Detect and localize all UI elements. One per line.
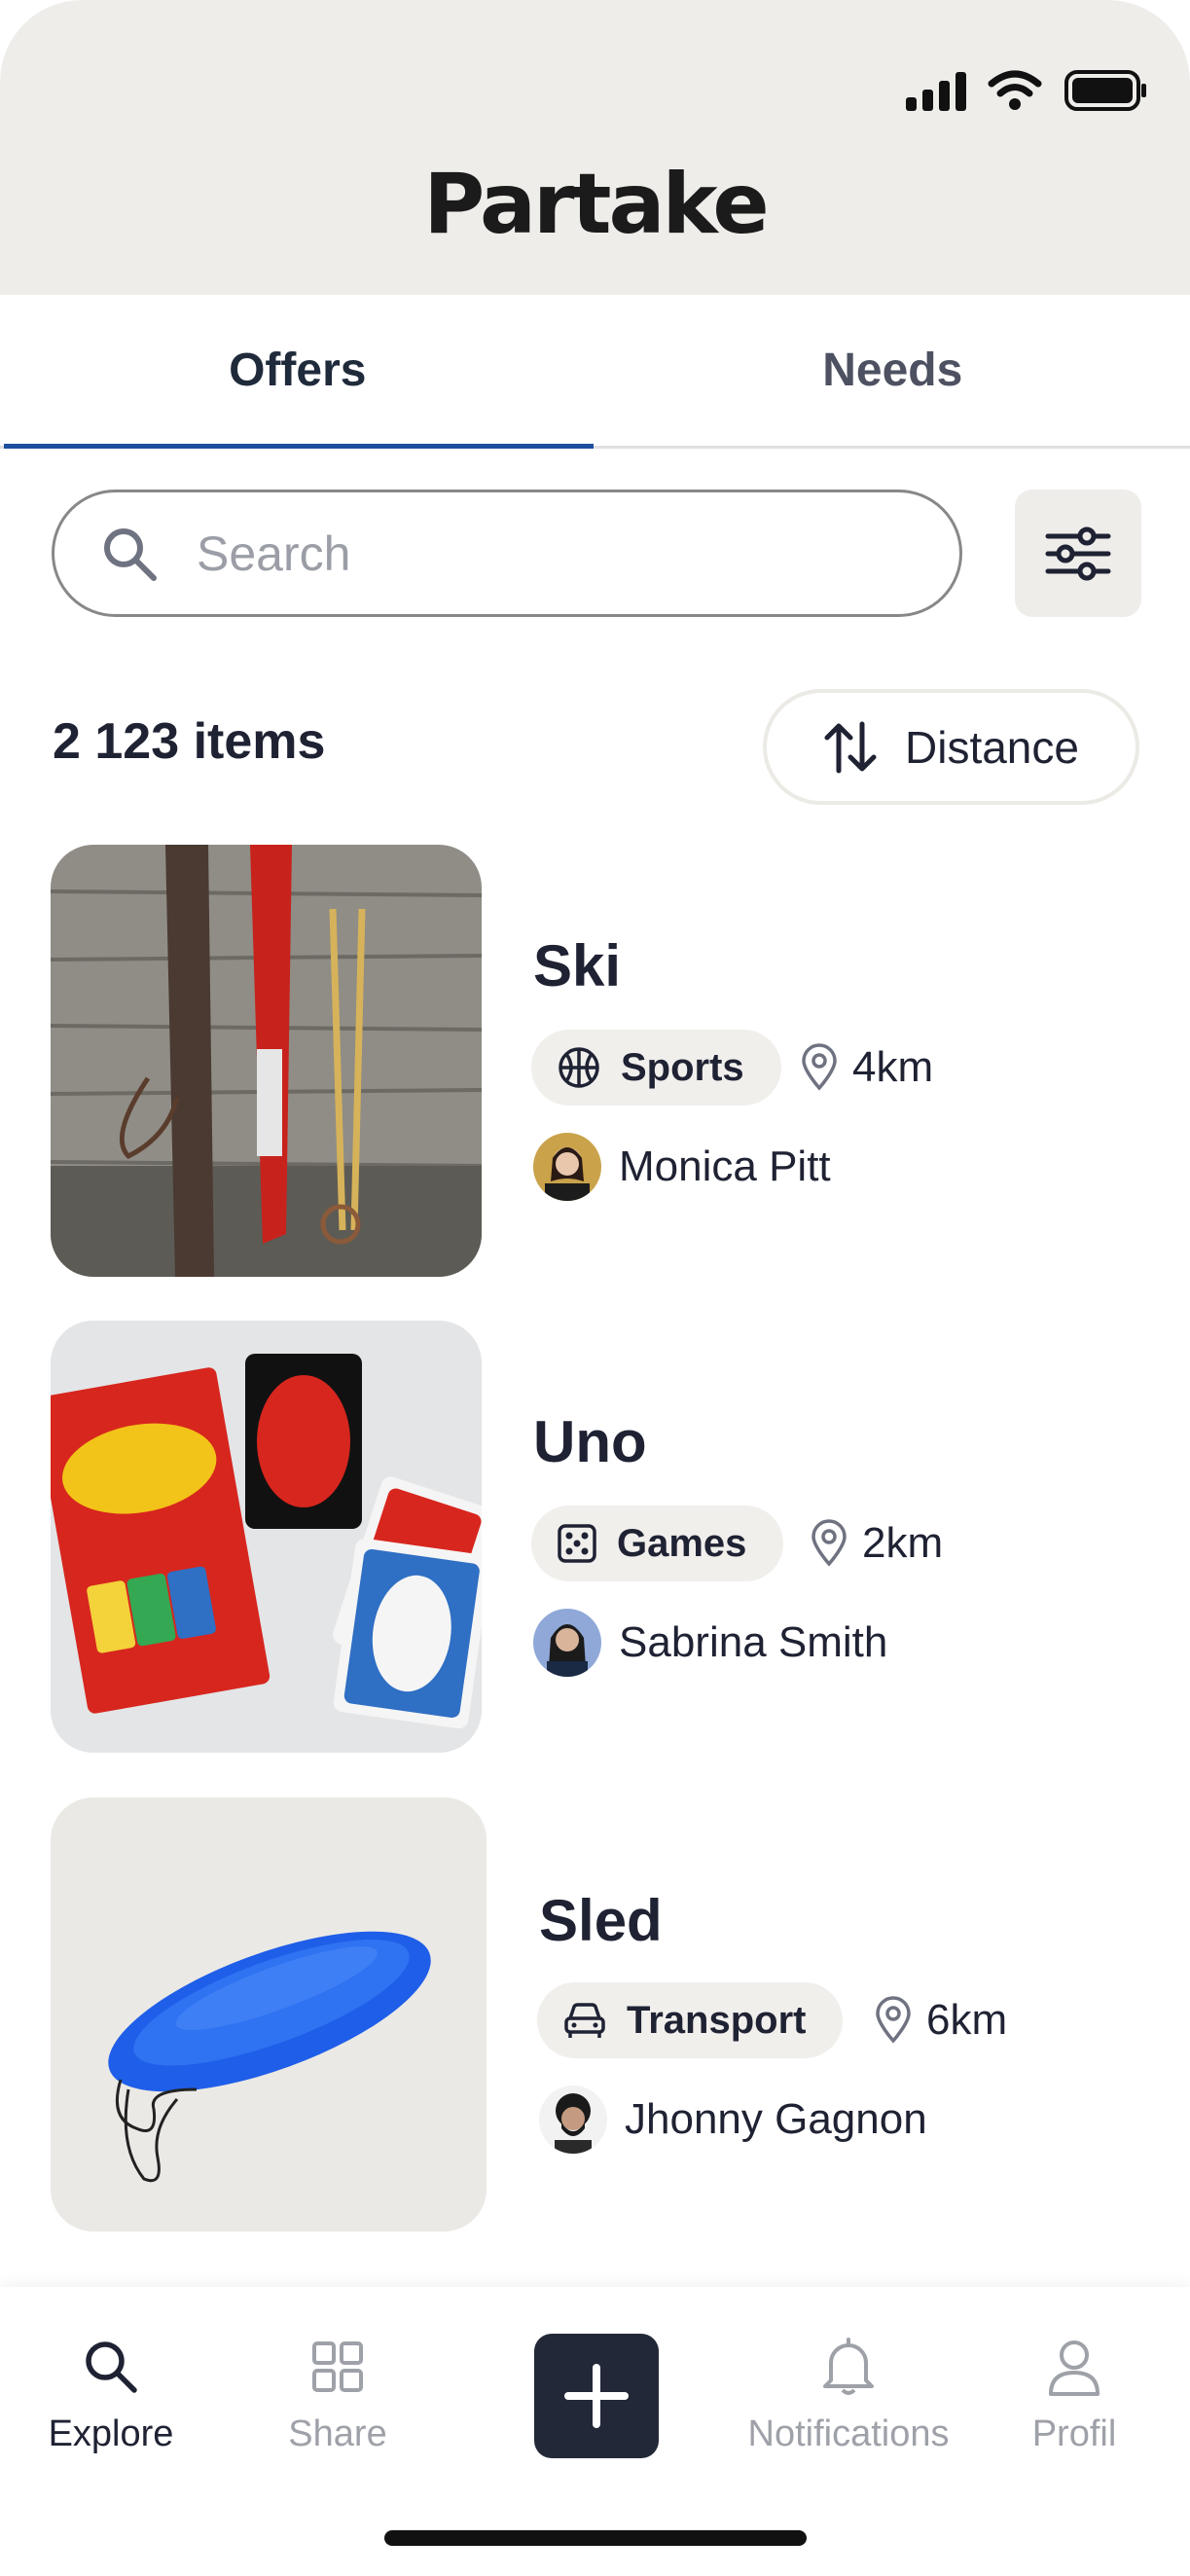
search-icon bbox=[86, 2341, 137, 2393]
tab-needs[interactable]: Needs bbox=[595, 295, 1190, 446]
nav-notifications[interactable]: Notifications bbox=[722, 2336, 975, 2455]
avatar bbox=[533, 1609, 601, 1677]
location-pin-icon bbox=[876, 1996, 911, 2044]
filter-button[interactable] bbox=[1015, 490, 1141, 617]
bell-icon bbox=[823, 2338, 874, 2395]
basketball-icon bbox=[559, 1047, 599, 1088]
owner[interactable]: Monica Pitt bbox=[533, 1133, 831, 1201]
category-label: Sports bbox=[621, 1045, 744, 1089]
list-item[interactable]: Ski Sports 4km Monica Pitt bbox=[51, 845, 1140, 1277]
search-placeholder: Search bbox=[197, 526, 351, 581]
location-pin-icon bbox=[811, 1519, 847, 1567]
nav-share[interactable]: Share bbox=[211, 2336, 464, 2455]
category-label: Transport bbox=[627, 1998, 807, 2042]
add-button[interactable] bbox=[534, 2334, 659, 2458]
list-item[interactable]: Uno Games 2km Sabrina Smith bbox=[51, 1321, 1140, 1753]
item-image bbox=[51, 1797, 487, 2231]
item-title: Uno bbox=[533, 1409, 647, 1474]
app-screen: Partake Offers Needs Search 2 123 items … bbox=[0, 0, 1190, 2576]
status-bar bbox=[906, 66, 1149, 115]
sort-label: Distance bbox=[905, 721, 1079, 773]
avatar bbox=[539, 2086, 607, 2154]
category-tag: Transport bbox=[537, 1982, 844, 2058]
search-input[interactable]: Search bbox=[52, 490, 962, 617]
results-count: 2 123 items bbox=[53, 713, 326, 770]
distance: 6km bbox=[874, 1988, 1007, 2052]
tab-bar: Offers Needs bbox=[0, 295, 1190, 449]
wifi-icon bbox=[988, 70, 1042, 110]
tab-offers[interactable]: Offers bbox=[0, 295, 595, 449]
nav-profile[interactable]: Profil bbox=[948, 2336, 1190, 2455]
category-label: Games bbox=[617, 1521, 747, 1565]
item-image bbox=[51, 845, 482, 1277]
cellular-signal-icon bbox=[906, 70, 966, 111]
category-tag: Sports bbox=[531, 1030, 781, 1106]
uno-image bbox=[51, 1321, 482, 1753]
sliders-icon bbox=[1045, 526, 1111, 580]
app-logo: Partake bbox=[423, 156, 770, 253]
item-title: Ski bbox=[533, 933, 622, 998]
owner-name: Jhonny Gagnon bbox=[625, 2095, 927, 2143]
nav-explore-label: Explore bbox=[48, 2413, 174, 2454]
distance: 4km bbox=[800, 1035, 933, 1100]
location-pin-icon bbox=[802, 1043, 837, 1091]
battery-icon bbox=[1064, 70, 1146, 111]
nav-explore[interactable]: Explore bbox=[0, 2336, 237, 2455]
grid-icon bbox=[312, 2341, 363, 2392]
nav-profile-label: Profil bbox=[1031, 2413, 1117, 2454]
sort-button[interactable]: Distance bbox=[763, 689, 1139, 805]
avatar bbox=[533, 1133, 601, 1201]
item-image bbox=[51, 1321, 482, 1753]
distance-label: 4km bbox=[852, 1043, 934, 1091]
nav-notifications-label: Notifications bbox=[747, 2413, 950, 2454]
distance-label: 6km bbox=[926, 1996, 1008, 2044]
user-icon bbox=[1049, 2340, 1100, 2396]
owner-name: Monica Pitt bbox=[619, 1143, 831, 1190]
ski-image bbox=[51, 845, 482, 1277]
app-header: Partake bbox=[0, 0, 1190, 295]
distance: 2km bbox=[810, 1511, 943, 1576]
car-icon bbox=[564, 2003, 605, 2038]
sled-image bbox=[51, 1797, 487, 2231]
category-tag: Games bbox=[531, 1506, 784, 1581]
owner[interactable]: Jhonny Gagnon bbox=[539, 2086, 927, 2154]
nav-share-label: Share bbox=[288, 2413, 387, 2454]
owner[interactable]: Sabrina Smith bbox=[533, 1609, 887, 1677]
search-icon bbox=[104, 527, 157, 581]
sort-arrows-icon bbox=[824, 721, 877, 773]
dice-icon bbox=[558, 1524, 596, 1563]
item-title: Sled bbox=[539, 1888, 663, 1953]
distance-label: 2km bbox=[862, 1519, 944, 1567]
plus-icon bbox=[564, 2364, 629, 2428]
home-indicator[interactable] bbox=[384, 2530, 807, 2546]
list-item[interactable]: Sled Transport 6km Jhonny Gagnon bbox=[51, 1797, 1140, 2231]
owner-name: Sabrina Smith bbox=[619, 1618, 888, 1666]
